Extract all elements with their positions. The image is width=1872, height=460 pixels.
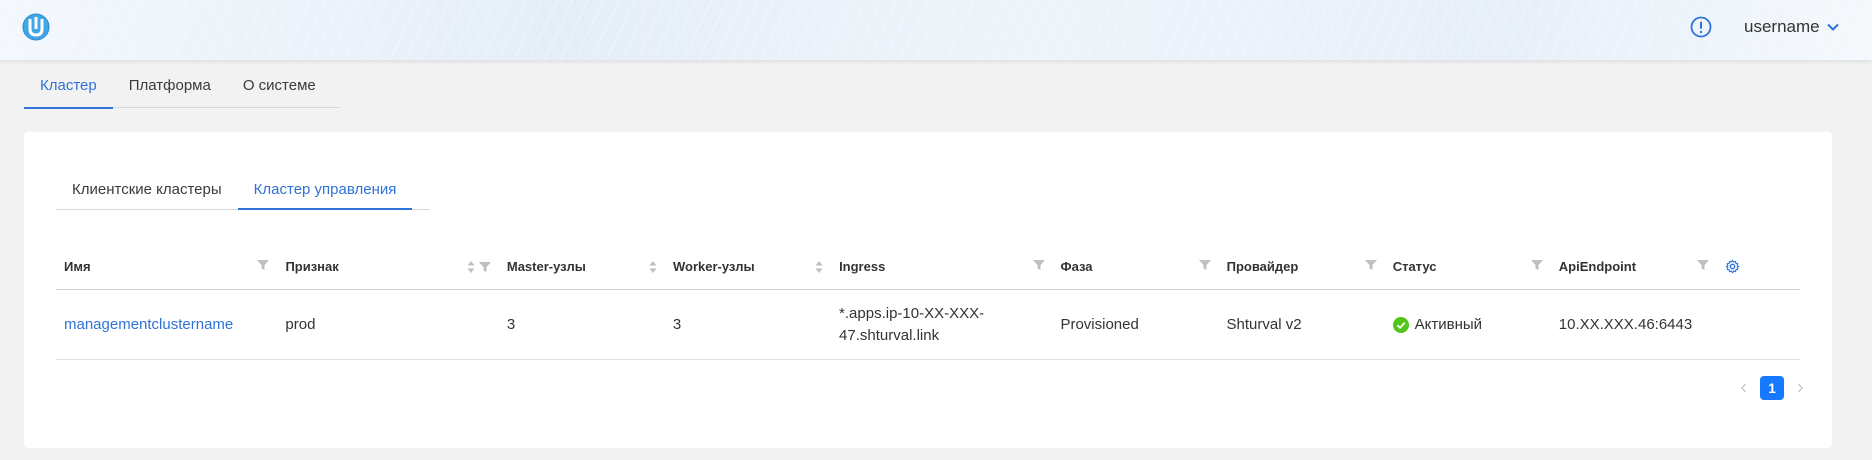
column-header-master-nodes: Master-узлы (499, 244, 665, 290)
user-menu[interactable]: username (1744, 14, 1840, 40)
chevron-down-icon (1826, 23, 1839, 31)
cell-api-endpoint: 10.XX.XXX.46:6443 (1558, 315, 1693, 333)
column-settings-cell (1717, 244, 1800, 290)
prev-page-button[interactable] (1736, 380, 1752, 396)
filter-icon[interactable] (1530, 259, 1543, 271)
tab-platform[interactable]: Платформа (113, 62, 227, 108)
sort-icon[interactable] (649, 259, 657, 275)
column-header-phase: Фаза (1053, 244, 1219, 290)
column-header-provider: Провайдер (1219, 244, 1385, 290)
column-header-sign: Признак (277, 244, 498, 290)
next-page-button[interactable] (1792, 380, 1808, 396)
tab-cluster[interactable]: Кластер (24, 62, 113, 109)
alert-circle-icon[interactable] (1690, 16, 1712, 38)
column-header-status: Статус (1385, 244, 1551, 290)
cell-master-nodes: 3 (506, 315, 516, 333)
column-header-name: Имя (56, 244, 277, 290)
shturval-logo-icon[interactable] (22, 13, 50, 41)
tab-about-system[interactable]: О системе (227, 62, 332, 108)
filter-icon[interactable] (257, 259, 270, 271)
column-header-api-endpoint: ApiEndpoint (1551, 244, 1717, 290)
gear-icon[interactable] (1725, 259, 1740, 274)
cell-status: Активный (1385, 314, 1551, 336)
status-label: Активный (1414, 315, 1483, 333)
chevron-left-icon (1740, 383, 1746, 393)
filter-icon[interactable] (1696, 259, 1709, 271)
cell-name: managementclustername (56, 314, 277, 336)
column-header-ingress: Ingress (831, 244, 1052, 290)
cell-phase: Provisioned (1060, 315, 1139, 333)
pagination: 1 (1736, 376, 1808, 400)
ingress-line-1: *.apps.ip-10-XX-XXX- (839, 304, 985, 322)
cell-sign: prod (285, 315, 316, 333)
sort-icon[interactable] (815, 259, 823, 275)
app-header: username (0, 0, 1872, 60)
column-header-worker-nodes: Worker-узлы (665, 244, 831, 290)
sort-icon[interactable] (467, 259, 475, 275)
top-navigation-tabs: Кластер Платформа О системе (24, 62, 340, 109)
table-header: Имя Признак Master-узлы Worker-узлы Ingr… (56, 244, 1800, 290)
cell-provider: Shturval v2 (1226, 315, 1302, 333)
filter-icon[interactable] (478, 261, 491, 273)
table-row: managementclustername prod 3 3 *.apps.ip… (56, 290, 1800, 360)
clusters-table: Имя Признак Master-узлы Worker-узлы Ingr… (56, 244, 1800, 360)
cell-worker-nodes: 3 (672, 315, 682, 333)
ingress-line-2: 47.shturval.link (839, 326, 940, 344)
page-button-current[interactable]: 1 (1760, 376, 1784, 400)
tab-client-clusters[interactable]: Клиентские кластеры (56, 168, 238, 210)
filter-icon[interactable] (1364, 259, 1377, 271)
cluster-name-link[interactable]: managementclustername (64, 316, 233, 333)
username-label: username (1744, 17, 1820, 36)
tab-management-cluster[interactable]: Кластер управления (237, 168, 413, 210)
cluster-type-tabs: Клиентские кластеры Кластер управления (56, 168, 1798, 210)
chevron-right-icon (1798, 383, 1804, 393)
filter-icon[interactable] (1198, 259, 1211, 271)
cell-ingress: *.apps.ip-10-XX-XXX- 47.shturval.link (831, 303, 1052, 347)
check-circle-icon (1392, 316, 1409, 333)
filter-icon[interactable] (1032, 259, 1045, 271)
content-card: Клиентские кластеры Кластер управления И… (24, 132, 1832, 448)
header-background-pattern (0, 0, 1872, 60)
